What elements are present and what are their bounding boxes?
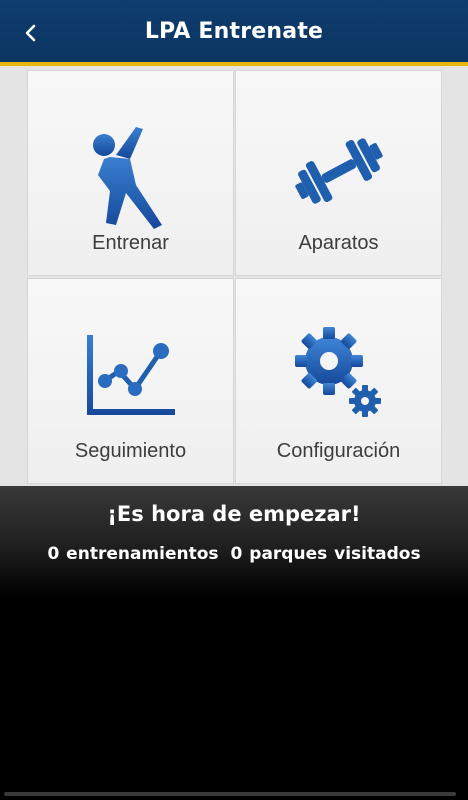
status-panel: ¡Es hora de empezar! 0 entrenamientos 0 p… — [0, 486, 468, 596]
app-bar: LPA Entrenate — [0, 0, 468, 66]
app-title: LPA Entrenate — [144, 18, 324, 44]
menu-grid: Entrenar Aparatos Seguimiento Configurac… — [0, 66, 468, 486]
chevron-left-icon — [25, 24, 36, 42]
back-button[interactable] — [14, 16, 48, 50]
line-chart-icon — [86, 335, 175, 415]
status-headline: ¡Es hora de empezar! — [107, 502, 361, 526]
menu-label-entrenar: Entrenar — [92, 232, 169, 254]
exercise-person-icon — [92, 127, 162, 229]
menu-label-configuracion: Configuración — [276, 440, 401, 462]
menu-tile-aparatos[interactable]: Aparatos — [235, 70, 442, 276]
menu-tile-configuracion[interactable]: Configuración — [235, 278, 442, 484]
menu-label-seguimiento: Seguimiento — [74, 440, 187, 462]
bottom-scroll-bar — [4, 792, 456, 796]
parks-count: 0 parques visitados — [230, 544, 421, 564]
dumbbell-icon — [294, 138, 383, 204]
menu-tile-entrenar[interactable]: Entrenar — [27, 70, 234, 276]
status-stats: 0 entrenamientos 0 parques visitados — [0, 544, 468, 564]
menu-tile-seguimiento[interactable]: Seguimiento — [27, 278, 234, 484]
gears-icon — [294, 327, 381, 417]
workouts-count: 0 entrenamientos — [47, 544, 219, 564]
menu-label-aparatos: Aparatos — [298, 232, 379, 254]
